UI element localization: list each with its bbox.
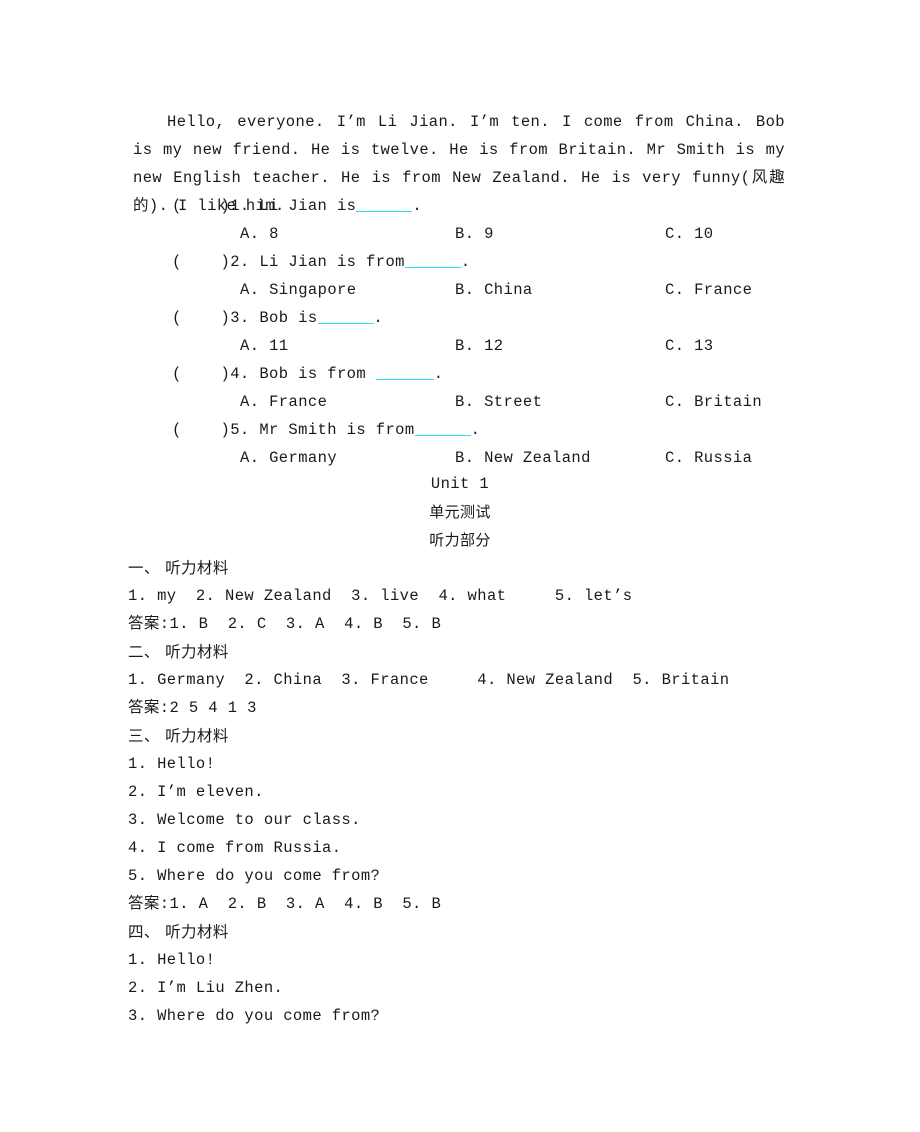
- question-row: ( )2. Li Jian is from.: [0, 248, 920, 276]
- option-c[interactable]: C. Britain: [665, 388, 762, 416]
- key-line: 2. I’m Liu Zhen.: [128, 979, 284, 997]
- option-a[interactable]: A. France: [240, 388, 327, 416]
- question-marker[interactable]: ( )4.: [172, 365, 250, 383]
- question-punct: .: [373, 309, 384, 327]
- option-a[interactable]: A. Germany: [240, 444, 337, 472]
- question-stem: ( )1. Li Jian is.: [172, 192, 422, 220]
- key-line: 3. Welcome to our class.: [128, 811, 361, 829]
- question-stem: ( )2. Li Jian is from.: [172, 248, 471, 276]
- question-text: Li Jian is from: [249, 253, 405, 271]
- option-row: A. France B. Street C. Britain: [0, 388, 920, 416]
- question-punct: .: [470, 421, 481, 439]
- option-c[interactable]: C. 10: [665, 220, 714, 248]
- option-a[interactable]: A. Singapore: [240, 276, 356, 304]
- option-a[interactable]: A. 8: [240, 220, 279, 248]
- option-a[interactable]: A. 11: [240, 332, 289, 360]
- answer-blank[interactable]: [317, 323, 374, 324]
- answer-blank[interactable]: [414, 435, 471, 436]
- question-row: ( )5. Mr Smith is from.: [0, 416, 920, 444]
- option-c[interactable]: C. 13: [665, 332, 714, 360]
- key-line: 5. Where do you come from?: [128, 867, 381, 885]
- option-row: A. Germany B. New Zealand C. Russia: [0, 444, 920, 472]
- question-text: Bob is from: [249, 365, 376, 383]
- section-title-listening: 听力部分: [429, 531, 491, 549]
- question-text: Li Jian is: [249, 197, 357, 215]
- question-stem: ( )3. Bob is.: [172, 304, 383, 332]
- key-heading-4: 四、 听力材料: [128, 923, 229, 941]
- key-heading-2: 二、 听力材料: [128, 643, 229, 661]
- option-b[interactable]: B. New Zealand: [455, 444, 591, 472]
- question-punct: .: [433, 365, 444, 383]
- key-line: 1. my 2. New Zealand 3. live 4. what 5. …: [128, 587, 633, 605]
- key-line: 1. Hello!: [128, 755, 216, 773]
- question-punct: .: [460, 253, 471, 271]
- option-b[interactable]: B. Street: [455, 388, 542, 416]
- question-text: Bob is: [249, 309, 318, 327]
- unit-subtitle: 单元测试: [429, 503, 491, 521]
- unit-title: Unit 1: [430, 475, 490, 493]
- question-marker[interactable]: ( )1.: [172, 197, 250, 215]
- worksheet-page: Hello, everyone. I’m Li Jian. I’m ten. I…: [0, 0, 920, 1132]
- option-c[interactable]: C. Russia: [665, 444, 752, 472]
- key-heading-1: 一、 听力材料: [128, 559, 229, 577]
- option-row: A. Singapore B. China C. France: [0, 276, 920, 304]
- option-b[interactable]: B. China: [455, 276, 533, 304]
- key-line: 2. I’m eleven.: [128, 783, 264, 801]
- answer-blank[interactable]: [375, 379, 434, 380]
- question-row: ( )1. Li Jian is.: [0, 192, 920, 220]
- key-answer-line: 答案:1. B 2. C 3. A 4. B 5. B: [128, 615, 442, 633]
- option-b[interactable]: B. 12: [455, 332, 504, 360]
- option-c[interactable]: C. France: [665, 276, 752, 304]
- question-marker[interactable]: ( )3.: [172, 309, 250, 327]
- option-row: A. 11 B. 12 C. 13: [0, 332, 920, 360]
- key-line: 1. Hello!: [128, 951, 216, 969]
- question-row: ( )3. Bob is.: [0, 304, 920, 332]
- answer-blank[interactable]: [356, 211, 413, 212]
- key-line: 3. Where do you come from?: [128, 1007, 381, 1025]
- question-marker[interactable]: ( )5.: [172, 421, 250, 439]
- option-row: A. 8 B. 9 C. 10: [0, 220, 920, 248]
- key-answer-line: 答案:1. A 2. B 3. A 4. B 5. B: [128, 895, 442, 913]
- question-list: ( )1. Li Jian is. A. 8 B. 9 C. 10 ( )2. …: [0, 192, 920, 472]
- question-marker[interactable]: ( )2.: [172, 253, 250, 271]
- key-line: 4. I come from Russia.: [128, 839, 342, 857]
- answer-key-section: 一、 听力材料 1. my 2. New Zealand 3. live 4. …: [128, 554, 918, 1030]
- option-b[interactable]: B. 9: [455, 220, 494, 248]
- answer-blank[interactable]: [404, 267, 461, 268]
- key-line: 1. Germany 2. China 3. France 4. New Zea…: [128, 671, 730, 689]
- question-text: Mr Smith is from: [249, 421, 415, 439]
- question-row: ( )4. Bob is from .: [0, 360, 920, 388]
- question-punct: .: [412, 197, 423, 215]
- question-stem: ( )5. Mr Smith is from.: [172, 416, 480, 444]
- key-answer-line: 答案:2 5 4 1 3: [128, 699, 257, 717]
- question-stem: ( )4. Bob is from .: [172, 360, 443, 388]
- key-heading-3: 三、 听力材料: [128, 727, 229, 745]
